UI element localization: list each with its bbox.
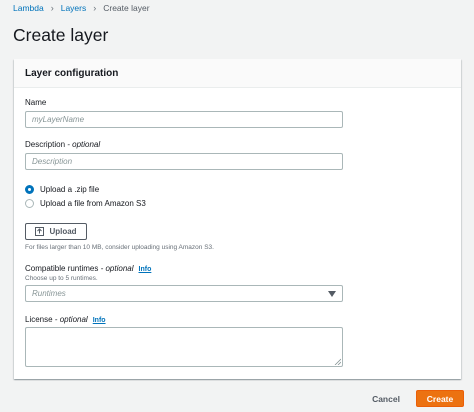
runtimes-optional-text: - optional xyxy=(98,264,134,273)
license-info-link[interactable]: Info xyxy=(93,317,106,324)
license-textarea[interactable] xyxy=(25,327,343,367)
runtimes-hint: Choose up to 5 runtimes. xyxy=(25,275,98,282)
radio-label: Upload a .zip file xyxy=(40,185,100,194)
radio-upload-s3[interactable]: Upload a file from Amazon S3 xyxy=(25,199,146,208)
radio-label: Upload a file from Amazon S3 xyxy=(40,199,146,208)
description-placeholder: Description xyxy=(32,157,73,166)
upload-button[interactable]: Upload xyxy=(25,223,87,240)
page-title: Create layer xyxy=(13,25,109,45)
breadcrumb-current: Create layer xyxy=(103,3,150,13)
radio-button[interactable] xyxy=(25,199,34,208)
cancel-button[interactable]: Cancel xyxy=(366,390,406,407)
description-label: Description - optional xyxy=(25,140,100,149)
panel-header: Layer configuration xyxy=(14,59,461,88)
chevron-right-icon: › xyxy=(50,2,54,13)
breadcrumb-link-layers[interactable]: Layers xyxy=(61,3,87,13)
description-input[interactable]: Description xyxy=(25,153,343,170)
license-label: License - optional Info xyxy=(25,315,106,324)
upload-hint: For files larger than 10 MB, consider up… xyxy=(25,244,214,251)
breadcrumb: Lambda › Layers › Create layer xyxy=(13,2,150,14)
chevron-right-icon: › xyxy=(93,2,97,13)
caret-down-icon xyxy=(328,291,336,297)
license-label-text: License xyxy=(25,315,53,324)
name-placeholder: myLayerName xyxy=(32,115,85,124)
create-button[interactable]: Create xyxy=(416,390,464,407)
runtimes-select[interactable]: Runtimes xyxy=(25,285,343,302)
layer-configuration-panel: Layer configuration Name myLayerName Des… xyxy=(14,59,461,379)
license-optional-text: - optional xyxy=(52,315,88,324)
breadcrumb-link-lambda[interactable]: Lambda xyxy=(13,3,44,13)
description-label-text: Description xyxy=(25,140,66,149)
upload-button-label: Upload xyxy=(49,227,77,236)
upload-icon xyxy=(35,227,45,236)
name-input[interactable]: myLayerName xyxy=(25,111,343,128)
runtimes-label: Compatible runtimes - optional Info xyxy=(25,264,151,273)
name-label: Name xyxy=(25,98,47,107)
description-optional-text: - optional xyxy=(65,140,101,149)
runtimes-info-link[interactable]: Info xyxy=(139,266,152,273)
runtimes-placeholder: Runtimes xyxy=(32,289,66,298)
radio-button-checked[interactable] xyxy=(25,185,34,194)
resize-handle-icon[interactable] xyxy=(334,358,341,365)
radio-upload-zip[interactable]: Upload a .zip file xyxy=(25,185,99,194)
runtimes-label-text: Compatible runtimes xyxy=(25,264,99,273)
